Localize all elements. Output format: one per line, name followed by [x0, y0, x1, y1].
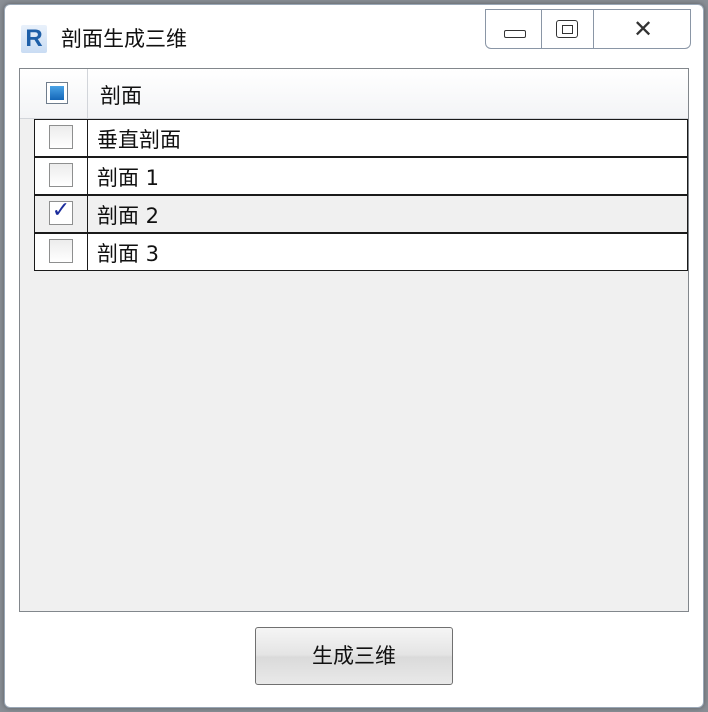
- row-label: 剖面 1: [97, 166, 160, 190]
- dialog-window: R 剖面生成三维 ✕ 剖面 垂直剖面 剖面 1 ✓ 剖面 2 剖面 3 生成三维: [4, 4, 704, 708]
- dialog-footer: 生成三维: [19, 613, 689, 693]
- column-header-section[interactable]: 剖面: [100, 80, 142, 110]
- close-icon: ✕: [632, 15, 654, 43]
- row-check-cell: [35, 120, 88, 156]
- row-checkbox[interactable]: [49, 125, 73, 149]
- list-header: 剖面: [20, 69, 688, 119]
- list-row-0[interactable]: 垂直剖面: [34, 119, 688, 157]
- checkmark-icon: ✓: [51, 198, 71, 223]
- row-check-cell: [35, 234, 88, 270]
- window-controls: ✕: [485, 9, 691, 49]
- titlebar[interactable]: R 剖面生成三维 ✕: [5, 5, 703, 67]
- header-check-cell: [20, 69, 88, 119]
- list-row-3[interactable]: 剖面 3: [34, 233, 688, 271]
- row-checkbox[interactable]: [49, 239, 73, 263]
- minimize-button[interactable]: [486, 10, 542, 48]
- list-row-1[interactable]: 剖面 1: [34, 157, 688, 195]
- minimize-icon: [504, 30, 526, 38]
- row-label: 剖面 3: [97, 242, 160, 266]
- app-icon-letter: R: [25, 25, 43, 52]
- list-row-2[interactable]: ✓ 剖面 2: [34, 195, 688, 233]
- row-label: 垂直剖面: [97, 128, 181, 152]
- generate-3d-button[interactable]: 生成三维: [255, 627, 453, 685]
- maximize-button[interactable]: [542, 10, 594, 48]
- revit-app-icon: R: [21, 25, 47, 53]
- row-checkbox[interactable]: ✓: [49, 198, 73, 225]
- row-label: 剖面 2: [97, 204, 160, 228]
- close-button[interactable]: ✕: [594, 10, 690, 48]
- row-check-cell: ✓: [35, 196, 88, 232]
- section-list: 剖面 垂直剖面 剖面 1 ✓ 剖面 2 剖面 3: [19, 68, 689, 612]
- select-all-checkbox[interactable]: [46, 82, 68, 104]
- row-check-cell: [35, 158, 88, 194]
- row-checkbox[interactable]: [49, 163, 73, 187]
- window-title: 剖面生成三维: [61, 27, 187, 51]
- maximize-icon: [556, 20, 578, 38]
